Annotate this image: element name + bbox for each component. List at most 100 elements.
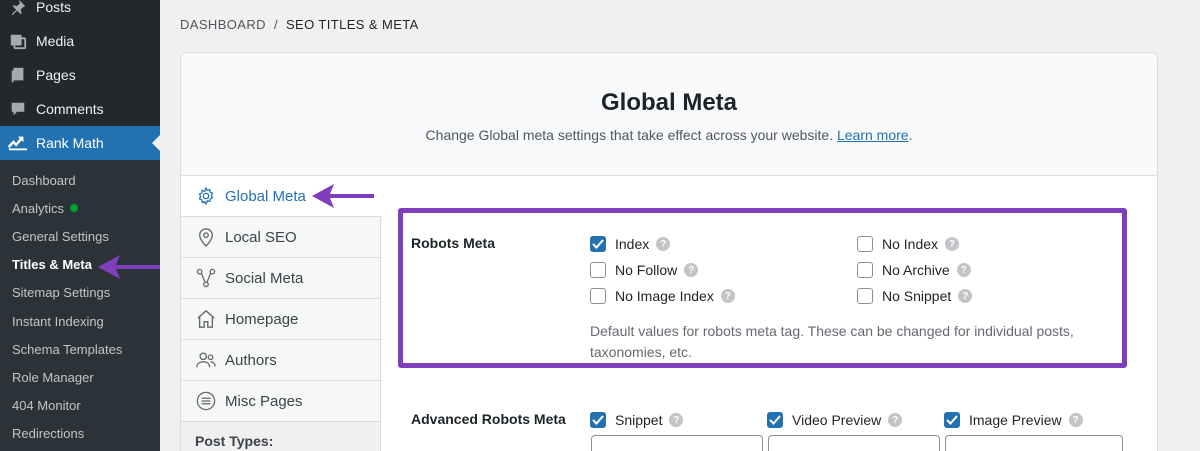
robots-meta-label: Robots Meta: [411, 235, 495, 251]
comments-icon: [0, 100, 36, 118]
checkbox-index[interactable]: Index ?: [590, 236, 671, 252]
checkbox-unchecked-icon[interactable]: [590, 262, 606, 278]
sidebar-item-posts[interactable]: Posts: [0, 0, 160, 24]
tab-authors[interactable]: Authors: [181, 340, 381, 381]
checkbox-checked-icon[interactable]: [590, 236, 606, 252]
robots-meta-description: Default values for robots meta tag. Thes…: [590, 323, 1074, 360]
submenu-label: Instant Indexing: [12, 313, 104, 329]
panel-header: Global Meta Change Global meta settings …: [181, 53, 1157, 176]
checkbox-video-preview[interactable]: Video Preview ?: [767, 412, 903, 428]
pages-icon: [0, 66, 36, 84]
help-icon[interactable]: ?: [1068, 413, 1083, 427]
submenu-item-sitemap-settings[interactable]: Sitemap Settings: [0, 279, 160, 307]
section-label: Post Types:: [195, 432, 274, 449]
submenu-item-redirections[interactable]: Redirections: [0, 420, 160, 448]
checkbox-label: Snippet: [615, 412, 663, 428]
tab-label: Local SEO: [225, 228, 297, 246]
submenu-label: Titles & Meta: [12, 257, 92, 273]
learn-more-link[interactable]: Learn more: [837, 127, 909, 143]
video-preview-input[interactable]: [768, 435, 940, 451]
submenu-item-analytics[interactable]: Analytics: [0, 194, 160, 222]
page-title: Global Meta: [600, 89, 738, 116]
sidebar-item-comments[interactable]: Comments: [0, 92, 160, 126]
checkbox-snippet[interactable]: Snippet ?: [590, 412, 684, 428]
help-icon[interactable]: ?: [958, 289, 973, 303]
share-icon: [195, 267, 217, 289]
help-icon[interactable]: ?: [720, 289, 735, 303]
checkbox-unchecked-icon[interactable]: [857, 262, 873, 278]
users-icon: [195, 349, 217, 371]
help-icon[interactable]: ?: [956, 263, 971, 277]
image-preview-select[interactable]: [945, 435, 1123, 451]
submenu-label: Redirections: [12, 426, 85, 442]
breadcrumb-root[interactable]: DASHBOARD: [180, 17, 266, 32]
checkbox-label: No Index: [882, 236, 939, 252]
sidebar-item-label: Media: [36, 33, 75, 49]
rank-math-submenu: Dashboard Analytics General Settings Tit…: [0, 160, 160, 451]
breadcrumb-current: SEO TITLES & META: [285, 17, 419, 32]
checkbox-label: Image Preview: [969, 412, 1062, 428]
settings-tabs: Global Meta Local SEO Social Meta Homepa…: [181, 176, 381, 451]
submenu-label: Schema Templates: [12, 341, 123, 357]
list-circle-icon: [195, 390, 217, 412]
checkbox-image-preview[interactable]: Image Preview ?: [944, 412, 1083, 428]
checkbox-no-image-index[interactable]: No Image Index ?: [590, 288, 735, 304]
submenu-item-instant-indexing[interactable]: Instant Indexing: [0, 307, 160, 335]
tab-local-seo[interactable]: Local SEO: [181, 217, 381, 258]
location-pin-icon: [195, 226, 217, 248]
sidebar-item-label: Comments: [36, 101, 104, 117]
checkbox-checked-icon[interactable]: [767, 412, 783, 428]
submenu-label: Analytics: [12, 200, 65, 216]
checkbox-label: No Image Index: [615, 288, 714, 304]
tab-homepage[interactable]: Homepage: [181, 299, 381, 340]
media-icon: [0, 32, 36, 50]
help-icon[interactable]: ?: [656, 237, 671, 251]
sidebar-item-pages[interactable]: Pages: [0, 58, 160, 92]
admin-sidebar: Posts Media Pages Comments Rank Math Das…: [0, 0, 160, 451]
checkbox-checked-icon[interactable]: [590, 412, 606, 428]
gear-icon: [195, 185, 217, 207]
checkbox-unchecked-icon[interactable]: [857, 236, 873, 252]
help-icon[interactable]: ?: [684, 263, 699, 277]
sidebar-item-rank-math[interactable]: Rank Math: [0, 126, 160, 160]
checkbox-no-follow[interactable]: No Follow ?: [590, 262, 699, 278]
checkbox-no-snippet[interactable]: No Snippet ?: [857, 288, 973, 304]
help-icon[interactable]: ?: [669, 413, 684, 427]
submenu-label: 404 Monitor: [12, 398, 81, 414]
description-text: Change Global meta settings that take ef…: [425, 127, 834, 143]
breadcrumb: DASHBOARD / SEO TITLES & META: [180, 17, 419, 32]
status-dot-icon: [70, 204, 79, 213]
checkbox-label: No Archive: [882, 262, 950, 278]
tab-label: Authors: [225, 351, 277, 369]
submenu-item-role-manager[interactable]: Role Manager: [0, 363, 160, 391]
help-icon[interactable]: ?: [945, 237, 960, 251]
tab-social-meta[interactable]: Social Meta: [181, 258, 381, 299]
checkbox-label: No Snippet: [882, 288, 952, 304]
tab-label: Global Meta: [225, 187, 306, 205]
tab-misc-pages[interactable]: Misc Pages: [181, 381, 381, 422]
checkbox-unchecked-icon[interactable]: [857, 288, 873, 304]
submenu-item-dashboard[interactable]: Dashboard: [0, 166, 160, 194]
robots-meta-section: Robots Meta Index ? No Index ? No Follow…: [398, 208, 1127, 368]
sidebar-item-media[interactable]: Media: [0, 24, 160, 58]
advanced-robots-label: Advanced Robots Meta: [411, 411, 566, 427]
submenu-item-general-settings[interactable]: General Settings: [0, 222, 160, 250]
breadcrumb-separator: /: [273, 17, 278, 32]
pointer-arrow-icon: [312, 184, 374, 208]
checkbox-unchecked-icon[interactable]: [590, 288, 606, 304]
checkbox-no-archive[interactable]: No Archive ?: [857, 262, 971, 278]
sidebar-item-label: Rank Math: [36, 135, 104, 151]
checkbox-label: No Follow: [615, 262, 678, 278]
description-period: .: [908, 127, 913, 143]
snippet-length-input[interactable]: [591, 435, 763, 451]
checkbox-checked-icon[interactable]: [944, 412, 960, 428]
pointer-arrow-icon: [98, 255, 160, 279]
tab-label: Social Meta: [225, 269, 304, 287]
tab-label: Homepage: [225, 310, 299, 328]
submenu-item-schema-templates[interactable]: Schema Templates: [0, 335, 160, 363]
submenu-item-404-monitor[interactable]: 404 Monitor: [0, 392, 160, 420]
rankmath-icon: [0, 135, 36, 151]
submenu-label: General Settings: [12, 228, 109, 244]
help-icon[interactable]: ?: [888, 413, 903, 427]
checkbox-no-index[interactable]: No Index ?: [857, 236, 960, 252]
